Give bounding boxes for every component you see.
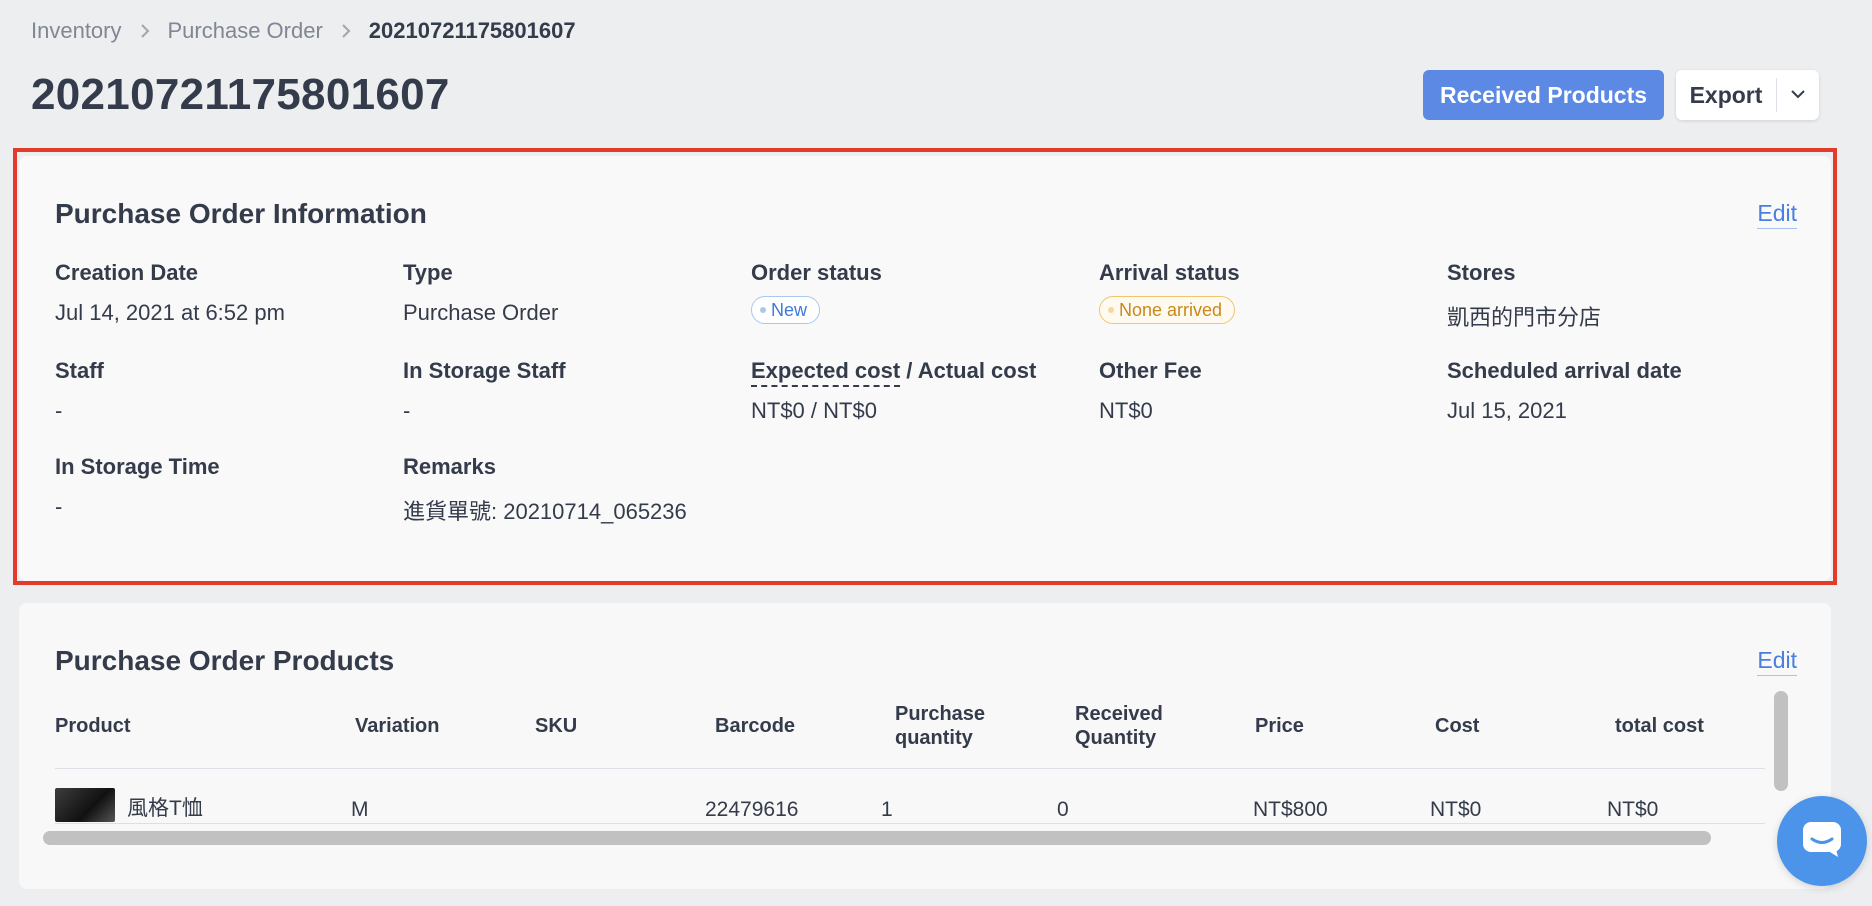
cell-received-quantity: 0 [1057, 798, 1069, 821]
chevron-down-icon [1790, 86, 1806, 104]
breadcrumb-current: 20210721175801607 [368, 18, 576, 43]
cell-cost: NT$0 [1430, 798, 1482, 821]
product-thumbnail [55, 788, 115, 822]
export-button-group: Export [1676, 70, 1819, 120]
column-header-barcode: Barcode [715, 715, 796, 737]
column-header-variation: Variation [355, 715, 440, 737]
cell-product: 風格T恤 [55, 769, 203, 824]
cell-variation: M [351, 798, 369, 821]
horizontal-scrollbar[interactable] [43, 831, 1711, 845]
header-line: Quantity [1075, 727, 1157, 749]
column-header-total-cost: total cost [1615, 715, 1704, 737]
cell-price: NT$800 [1253, 798, 1328, 821]
vertical-scrollbar[interactable] [1771, 683, 1789, 813]
purchase-order-products-card: Purchase Order Products Edit Product Var… [19, 603, 1831, 889]
header-line: Purchase [895, 703, 986, 725]
breadcrumb-purchase-order[interactable]: Purchase Order [168, 18, 323, 44]
product-name[interactable]: 風格T恤 [127, 792, 203, 822]
column-header-sku: SKU [535, 715, 578, 737]
card-title: Purchase Order Products [55, 645, 395, 676]
received-products-button[interactable]: Received Products [1423, 70, 1664, 120]
edit-products-link[interactable]: Edit [1757, 647, 1797, 676]
column-header-price: Price [1255, 715, 1304, 737]
breadcrumb: Inventory Purchase Order 202107211758016… [31, 18, 576, 44]
cell-purchase-quantity: 1 [881, 798, 893, 821]
cell-barcode: 22479616 [705, 798, 799, 821]
highlight-outline [13, 148, 1837, 585]
column-header-purchase-quantity: Purchase quantity [895, 683, 985, 769]
chevron-right-icon [140, 23, 150, 39]
column-header-received-quantity: Received Quantity [1075, 683, 1163, 769]
table-header: Product Variation SKU Barcode Purchase q… [55, 683, 1765, 769]
chat-icon [1800, 819, 1844, 864]
table-row[interactable]: 風格T恤 M 22479616 1 0 NT$800 NT$0 NT$0 [55, 769, 1765, 824]
header-line: quantity [895, 727, 973, 749]
export-button[interactable]: Export [1676, 82, 1776, 109]
column-header-product: Product [55, 715, 131, 737]
column-header-cost: Cost [1435, 715, 1480, 737]
chat-launcher-button[interactable] [1777, 796, 1867, 886]
page-title: 20210721175801607 [31, 70, 450, 119]
header-line: Received [1075, 703, 1163, 725]
vertical-scrollbar-thumb[interactable] [1774, 691, 1788, 791]
export-dropdown-toggle[interactable] [1777, 86, 1819, 104]
chevron-right-icon [341, 23, 351, 39]
cell-total-cost: NT$0 [1607, 798, 1659, 821]
breadcrumb-inventory[interactable]: Inventory [31, 18, 122, 44]
